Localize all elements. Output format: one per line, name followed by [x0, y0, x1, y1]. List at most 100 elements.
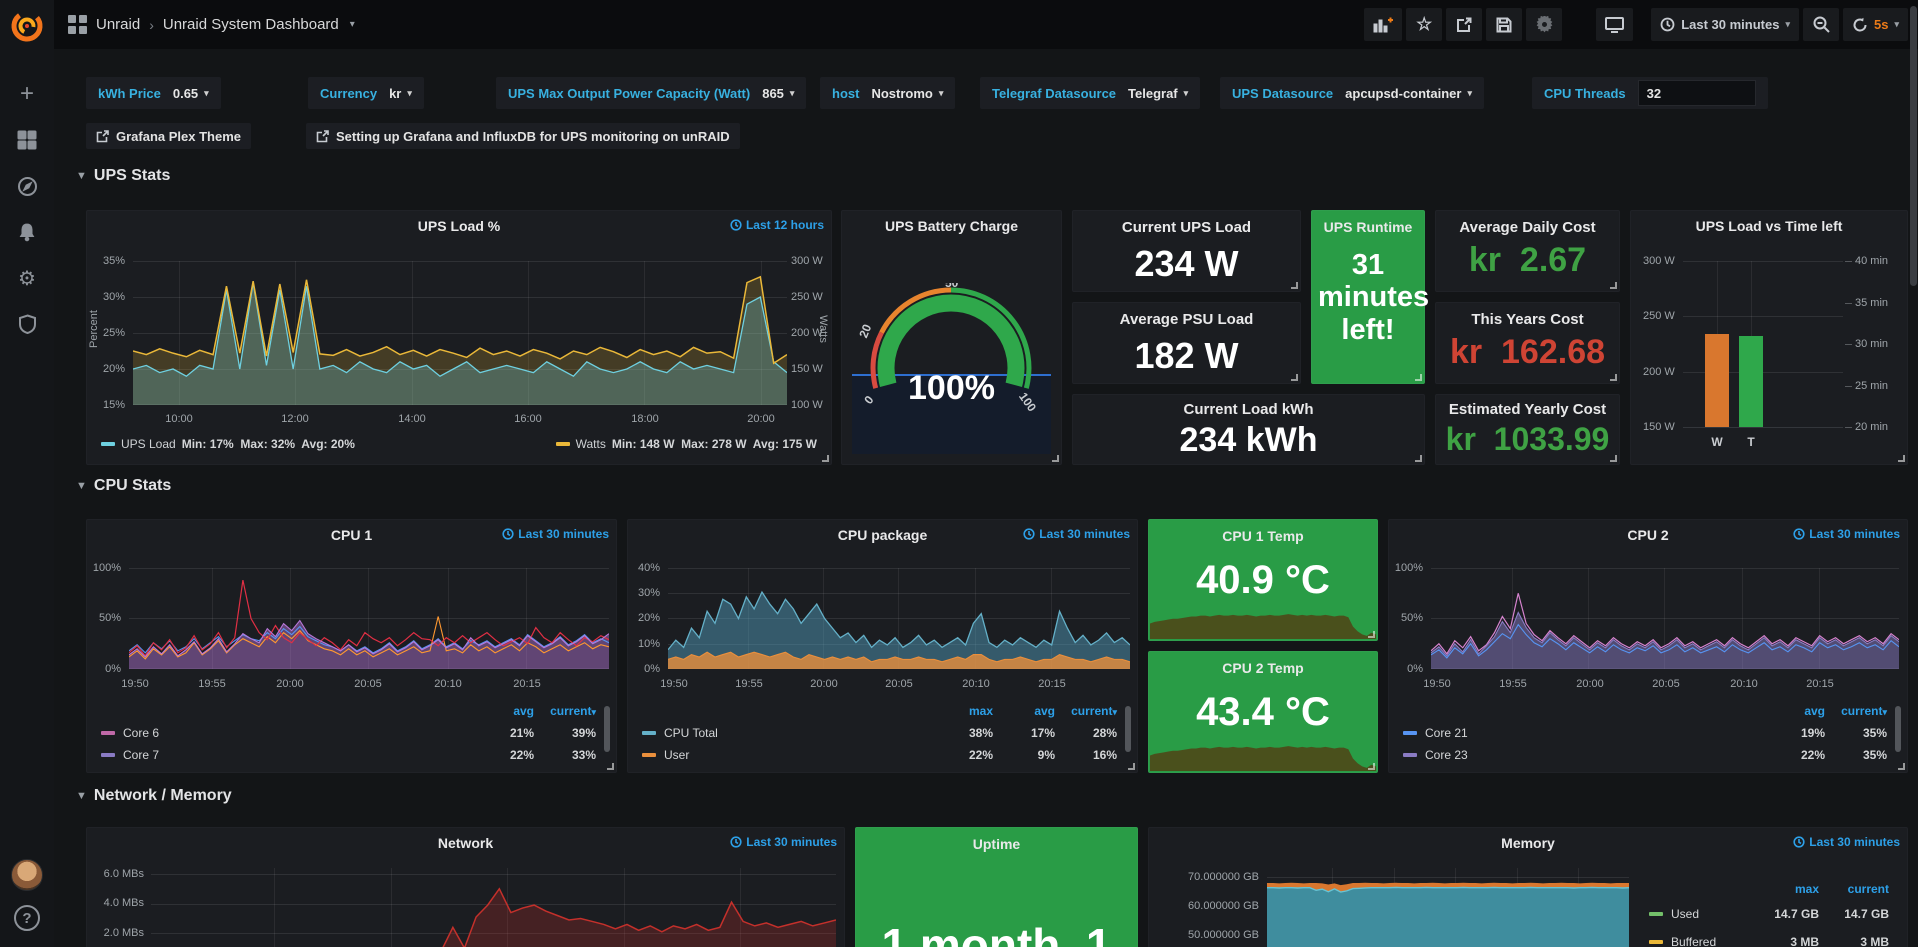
link-grafana-plex-theme[interactable]: Grafana Plex Theme — [86, 123, 251, 149]
cpu-package-chart[interactable] — [668, 568, 1130, 669]
zoom-out-time-button[interactable] — [1803, 8, 1839, 41]
panel-title[interactable]: UPS Battery Charge — [842, 211, 1061, 237]
panel-title[interactable]: CPU 2 Temp — [1149, 652, 1377, 676]
legend-col-current[interactable]: current▾ — [1825, 704, 1887, 718]
panel-title[interactable]: Uptime — [856, 828, 1137, 852]
user-avatar[interactable] — [11, 859, 43, 891]
alerting-bell-icon[interactable] — [0, 209, 54, 255]
bar-watts[interactable] — [1705, 334, 1729, 427]
panel-title[interactable]: This Years Cost — [1436, 303, 1619, 328]
cpu2-chart[interactable] — [1431, 568, 1899, 669]
y-tick: 70.000000 GB — [1188, 871, 1259, 883]
current-value: 35% — [1825, 748, 1887, 762]
section-cpu-stats[interactable]: ▼ CPU Stats — [76, 477, 171, 495]
panel-title[interactable]: Average PSU Load — [1073, 303, 1300, 328]
variable-value[interactable]: kr — [389, 86, 401, 101]
ups-load-chart[interactable] — [133, 261, 787, 405]
legend-col-current[interactable]: current▾ — [1055, 704, 1117, 718]
variable-label: UPS Datasource — [1232, 86, 1333, 101]
cpu-threads-input[interactable] — [1638, 80, 1756, 106]
share-dashboard-button[interactable] — [1446, 8, 1482, 41]
time-range-picker[interactable]: Last 30 minutes ▾ — [1651, 8, 1799, 41]
panel-time-link[interactable]: Last 30 minutes — [730, 835, 837, 849]
legend-col-current[interactable]: current — [1819, 882, 1889, 896]
link-ups-monitoring-guide[interactable]: Setting up Grafana and InfluxDB for UPS … — [306, 123, 740, 149]
refresh-button[interactable]: 5s ▾ — [1843, 8, 1908, 41]
series-name: Core 6 — [123, 726, 159, 740]
dashboards-icon[interactable] — [0, 117, 54, 163]
panel-title[interactable]: UPS Runtime — [1312, 211, 1424, 235]
caret-down-icon: ▾ — [204, 88, 209, 99]
panel-title[interactable]: UPS Load % — [87, 211, 831, 237]
page-scrollbar[interactable] — [1910, 6, 1917, 286]
variable-value[interactable]: 0.65 — [173, 86, 198, 101]
refresh-interval-label[interactable]: 5s — [1874, 17, 1888, 32]
chevron-down-icon[interactable]: ▾ — [350, 19, 355, 30]
legend-scrollbar[interactable] — [1895, 706, 1901, 752]
panel-title[interactable]: Average Daily Cost — [1436, 211, 1619, 236]
variable-ups-max-output[interactable]: UPS Max Output Power Capacity (Watt) 865… — [496, 77, 806, 109]
panel-title[interactable]: CPU 1 Temp — [1149, 520, 1377, 544]
dashboard-grid-icon[interactable] — [68, 15, 87, 34]
legend-item-ups-load[interactable]: UPS Load Min: 17% Max: 32% Avg: 20% — [101, 437, 355, 451]
legend-row-core6: Core 6 21% 39% — [101, 722, 596, 744]
bar-time-left[interactable] — [1739, 336, 1763, 427]
variable-kwh-price[interactable]: kWh Price 0.65▾ — [86, 77, 221, 109]
variable-value[interactable]: apcupsd-container — [1345, 86, 1461, 101]
cycle-view-mode-button[interactable] — [1596, 8, 1633, 41]
save-dashboard-button[interactable] — [1486, 8, 1522, 41]
memory-chart[interactable] — [1267, 868, 1629, 947]
grafana-logo-icon[interactable] — [10, 9, 44, 43]
variable-currency[interactable]: Currency kr▾ — [308, 77, 424, 109]
page-title[interactable]: Unraid System Dashboard — [163, 16, 339, 33]
star-dashboard-button[interactable]: ☆ — [1406, 8, 1442, 41]
legend-col-avg[interactable]: avg — [472, 704, 534, 718]
help-icon[interactable]: ? — [14, 905, 40, 931]
panel-title[interactable]: Estimated Yearly Cost — [1436, 395, 1619, 418]
variable-value[interactable]: 865 — [762, 86, 784, 101]
panel-average-daily-cost: Average Daily Cost kr 2.67 — [1435, 210, 1620, 292]
legend-col-avg[interactable]: avg — [993, 704, 1055, 718]
panel-ups-runtime: UPS Runtime 31 minutes left! — [1311, 210, 1425, 384]
section-title: Network / Memory — [94, 787, 232, 805]
legend-col-max[interactable]: max — [1749, 882, 1819, 896]
battery-gauge[interactable]: 0 20 50 100 — [856, 283, 1046, 433]
panel-time-link[interactable]: Last 30 minutes — [1793, 527, 1900, 541]
panel-time-link[interactable]: Last 12 hours — [730, 218, 824, 232]
explore-compass-icon[interactable] — [0, 163, 54, 209]
panel-time-link[interactable]: Last 30 minutes — [1793, 835, 1900, 849]
add-panel-button[interactable] — [1364, 8, 1402, 41]
section-ups-stats[interactable]: ▼ UPS Stats — [76, 167, 170, 185]
section-network-memory[interactable]: ▼ Network / Memory — [76, 787, 232, 805]
variable-cpu-threads[interactable]: CPU Threads — [1532, 77, 1768, 109]
breadcrumb-app[interactable]: Unraid — [96, 16, 140, 33]
variable-telegraf-datasource[interactable]: Telegraf Datasource Telegraf▾ — [980, 77, 1200, 109]
server-admin-shield-icon[interactable] — [0, 301, 54, 347]
legend-col-avg[interactable]: avg — [1763, 704, 1825, 718]
series-name: UPS Load — [121, 437, 176, 451]
panel-ups-load-vs-time-left: UPS Load vs Time left 300 W 250 W 200 W … — [1630, 210, 1908, 465]
y-tick: 100% — [93, 562, 121, 574]
panel-title[interactable]: UPS Load vs Time left — [1631, 211, 1907, 237]
legend-table: avg current▾ Core 21 19% 35% Core 23 22%… — [1403, 700, 1887, 766]
network-chart[interactable] — [151, 868, 836, 947]
panel-title[interactable]: Current UPS Load — [1073, 211, 1300, 236]
panel-time-link[interactable]: Last 30 minutes — [1023, 527, 1130, 541]
legend-item-watts[interactable]: Watts Min: 148 W Max: 278 W Avg: 175 W — [556, 437, 817, 451]
variable-ups-datasource[interactable]: UPS Datasource apcupsd-container▾ — [1220, 77, 1484, 109]
variable-host[interactable]: host Nostromo▾ — [820, 77, 955, 109]
legend-col-current[interactable]: current▾ — [534, 704, 596, 718]
variable-value[interactable]: Nostromo — [871, 86, 932, 101]
dashboard-settings-button[interactable] — [1526, 8, 1562, 41]
legend-scrollbar[interactable] — [604, 706, 610, 752]
legend-scrollbar[interactable] — [1125, 706, 1131, 752]
panel-title[interactable]: Current Load kWh — [1073, 395, 1424, 418]
caret-down-icon: ▾ — [939, 88, 944, 99]
series-name: Core 23 — [1425, 748, 1468, 762]
configuration-gear-icon[interactable]: ⚙ — [0, 255, 54, 301]
create-plus-icon[interactable]: + — [0, 71, 54, 117]
variable-value[interactable]: Telegraf — [1128, 86, 1178, 101]
legend-col-max[interactable]: max — [931, 704, 993, 718]
panel-time-link[interactable]: Last 30 minutes — [502, 527, 609, 541]
cpu1-chart[interactable] — [129, 568, 609, 669]
